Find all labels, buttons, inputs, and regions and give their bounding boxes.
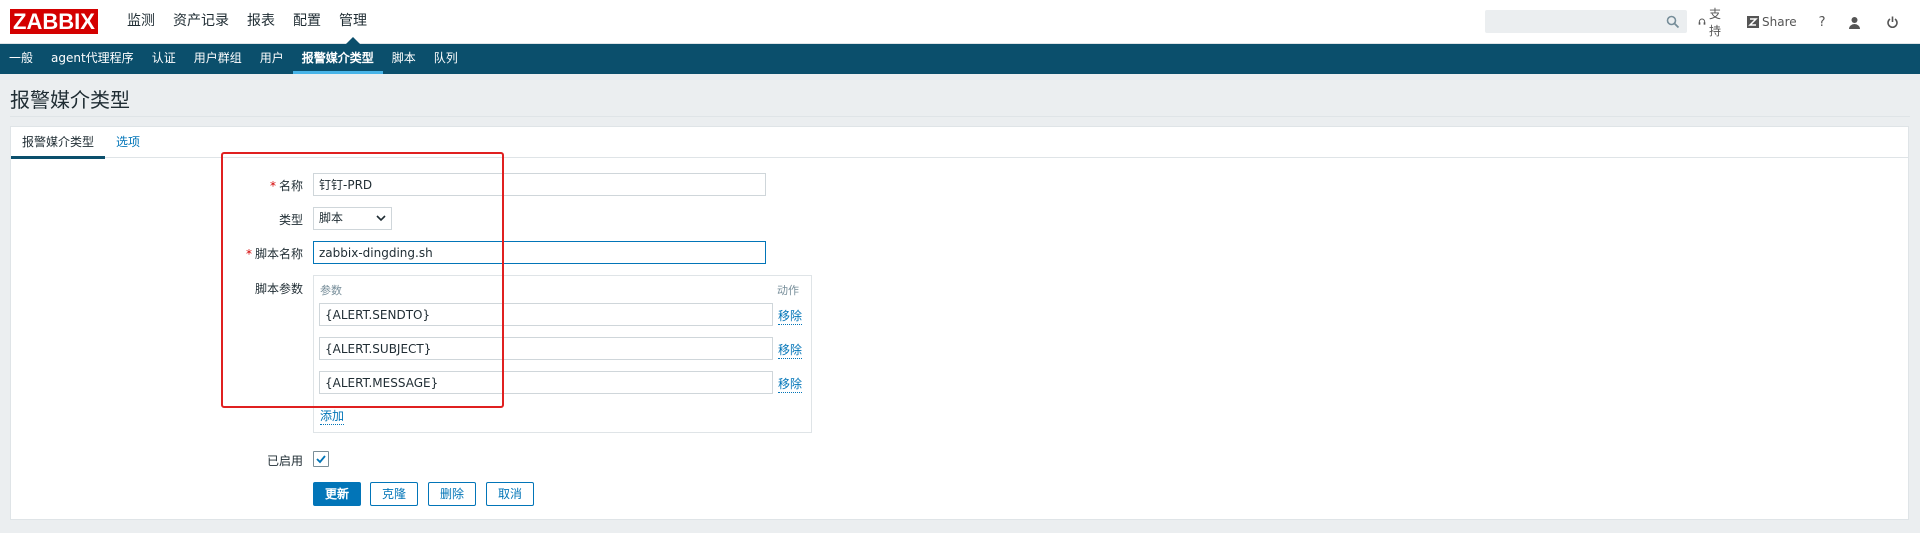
search-input[interactable] [1486,11,1656,32]
chevron-down-icon [376,215,386,222]
submenu-proxies[interactable]: agent代理程序 [42,44,143,74]
params-column-header: 参数 [320,284,342,297]
headset-icon [1698,18,1706,25]
top-links: 支持 Share ? [1698,0,1920,44]
type-select[interactable]: 脚本 [313,207,392,230]
help-icon: ? [1818,14,1826,30]
sign-out-link[interactable] [1886,16,1902,29]
action-column-header: 动作 [777,284,799,297]
user-profile-link[interactable] [1848,16,1864,29]
enabled-checkbox[interactable] [313,451,329,467]
help-link[interactable]: ? [1819,15,1826,30]
zabbix-share-icon [1747,16,1760,28]
submenu-authentication[interactable]: 认证 [143,44,185,74]
tab-options[interactable]: 选项 [105,127,151,158]
name-label: * 名称 [153,177,303,194]
name-input[interactable] [313,173,766,196]
param-input-3[interactable] [319,371,773,394]
main-menu-configuration[interactable]: 配置 [284,0,330,44]
search-icon[interactable] [1666,15,1680,29]
share-link[interactable]: Share [1747,15,1797,29]
submenu-user-groups[interactable]: 用户群组 [185,44,251,74]
main-menu-monitoring[interactable]: 监测 [118,0,164,44]
script-params-table: 参数 动作 移除 移除 移除 添加 [313,275,812,433]
param-remove-link-3[interactable]: 移除 [778,375,803,393]
submenu-users[interactable]: 用户 [251,44,293,74]
required-marker: * [269,179,276,193]
submenu-queue[interactable]: 队列 [425,44,467,74]
submenu-media-types[interactable]: 报警媒介类型 [292,44,383,74]
tab-media-type[interactable]: 报警媒介类型 [11,127,106,159]
script-name-label-text: 脚本名称 [254,247,303,261]
type-label: 类型 [278,213,303,227]
main-menu-administration[interactable]: 管理 [330,0,376,44]
script-params-label: 脚本参数 [254,282,303,296]
param-input-2[interactable] [319,337,773,360]
submenu-scripts[interactable]: 脚本 [383,44,425,74]
main-menu-reports[interactable]: 报表 [238,0,284,44]
name-label-text: 名称 [278,179,303,193]
param-remove-link-2[interactable]: 移除 [778,341,803,359]
delete-button[interactable]: 删除 [428,482,477,506]
user-icon [1848,16,1860,29]
power-icon [1886,16,1898,28]
param-input-1[interactable] [319,303,773,326]
param-remove-link-1[interactable]: 移除 [778,307,803,325]
sub-menu: 一般 agent代理程序 认证 用户群组 用户 报警媒介类型 脚本 队列 [0,44,1920,74]
zabbix-logo[interactable]: ZABBIX [10,9,98,34]
main-menu-inventory[interactable]: 资产记录 [164,0,238,44]
share-label: Share [1762,15,1797,29]
enabled-label: 已启用 [266,454,303,468]
support-label: 支持 [1709,7,1722,38]
form-tabs: 报警媒介类型 选项 [11,127,1908,159]
clone-button[interactable]: 克隆 [370,482,419,506]
title-divider [10,116,1910,117]
script-name-label: * 脚本名称 [153,245,303,262]
script-name-input[interactable] [313,241,766,264]
checkmark-icon [316,455,326,464]
support-link[interactable]: 支持 [1698,5,1725,39]
update-button[interactable]: 更新 [313,482,362,506]
param-add-link[interactable]: 添加 [320,407,345,425]
submenu-general[interactable]: 一般 [0,44,42,74]
top-bar: ZABBIX 监测 资产记录 报表 配置 管理 支持 Share ? [0,0,1920,44]
required-marker: * [245,247,252,261]
global-search [1485,10,1687,33]
cancel-button[interactable]: 取消 [486,482,535,506]
type-select-value: 脚本 [319,211,344,225]
page-title: 报警媒介类型 [10,88,130,112]
main-menu: 监测 资产记录 报表 配置 管理 [118,0,376,44]
